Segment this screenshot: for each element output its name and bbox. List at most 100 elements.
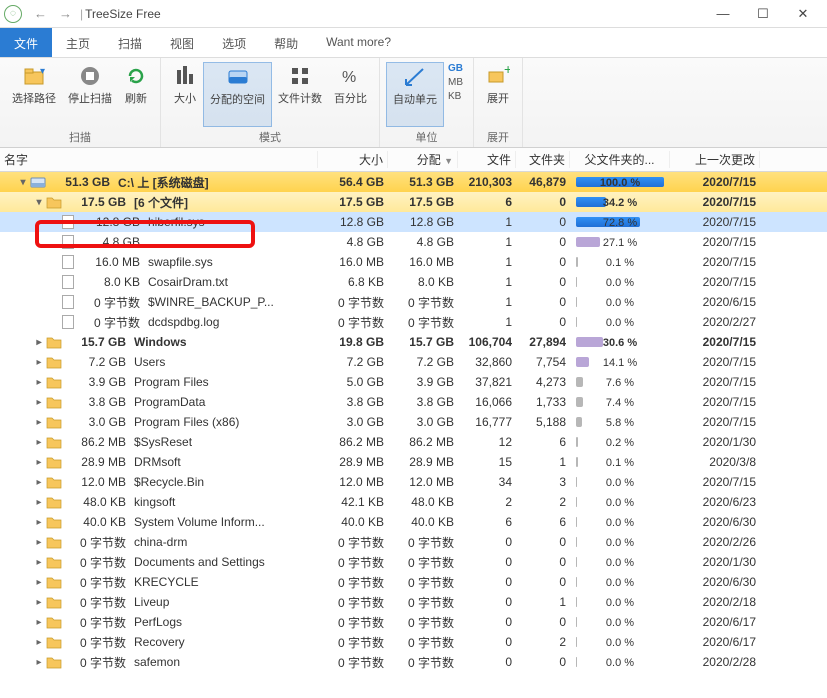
table-row[interactable]: ▸0 字节数safemon0 字节数0 字节数000.0 %2020/2/28 (0, 652, 827, 672)
chevron-right-icon[interactable]: ▸ (32, 597, 46, 608)
chevron-right-icon[interactable]: ▸ (32, 497, 46, 508)
table-row[interactable]: ▸86.2 MB$SysReset86.2 MB86.2 MB1260.2 %2… (0, 432, 827, 452)
chevron-down-icon[interactable]: ▾ (32, 197, 46, 208)
table-row[interactable]: ▸0 字节数KRECYCLE0 字节数0 字节数000.0 %2020/6/30 (0, 572, 827, 592)
name-cell[interactable]: ·8.0 KBCosairDram.txt (0, 275, 318, 289)
chevron-right-icon[interactable]: ▸ (32, 417, 46, 428)
table-row[interactable]: ▸48.0 KBkingsoft42.1 KB48.0 KB220.0 %202… (0, 492, 827, 512)
chevron-right-icon[interactable]: ▸ (32, 457, 46, 468)
chevron-right-icon[interactable]: ▸ (32, 637, 46, 648)
col-name[interactable]: 名字 (0, 151, 318, 168)
name-cell[interactable]: ▸40.0 KBSystem Volume Inform... (0, 515, 318, 529)
refresh-button[interactable]: 刷新 (118, 62, 154, 127)
table-row[interactable]: ▸0 字节数china-drm0 字节数0 字节数000.0 %2020/2/2… (0, 532, 827, 552)
name-cell[interactable]: ▸0 字节数Recovery (0, 634, 318, 651)
name-cell[interactable]: ▸0 字节数KRECYCLE (0, 574, 318, 591)
mode-percent-button[interactable]: %百分比 (328, 62, 373, 127)
col-alloc[interactable]: 分配 ▼ (388, 151, 458, 168)
table-row[interactable]: ·0 字节数$WINRE_BACKUP_P...0 字节数0 字节数100.0 … (0, 292, 827, 312)
table-row[interactable]: ▸0 字节数Documents and Settings0 字节数0 字节数00… (0, 552, 827, 572)
name-cell[interactable]: ▾51.3 GBC:\ 上 [系统磁盘] (0, 174, 318, 191)
chevron-right-icon[interactable]: ▸ (32, 437, 46, 448)
name-cell[interactable]: ▸3.8 GBProgramData (0, 395, 318, 409)
table-row[interactable]: ·8.0 KBCosairDram.txt6.8 KB8.0 KB100.0 %… (0, 272, 827, 292)
table-row[interactable]: ▾51.3 GBC:\ 上 [系统磁盘]56.4 GB51.3 GB210,30… (0, 172, 827, 192)
col-date[interactable]: 上一次更改 (670, 151, 760, 168)
table-row[interactable]: ▸40.0 KBSystem Volume Inform...40.0 KB40… (0, 512, 827, 532)
name-cell[interactable]: ·0 字节数dcdspdbg.log (0, 314, 318, 331)
name-cell[interactable]: ▸0 字节数safemon (0, 654, 318, 671)
table-row[interactable]: ·16.0 MBswapfile.sys16.0 MB16.0 MB100.1 … (0, 252, 827, 272)
name-cell[interactable]: ▸3.0 GBProgram Files (x86) (0, 415, 318, 429)
auto-unit-button[interactable]: 自动单元 (386, 62, 444, 127)
tree-view[interactable]: ▾51.3 GBC:\ 上 [系统磁盘]56.4 GB51.3 GB210,30… (0, 172, 827, 672)
col-size[interactable]: 大小 (318, 151, 388, 168)
unit-kb[interactable]: KB (444, 90, 467, 103)
table-row[interactable]: ▸28.9 MBDRMsoft28.9 MB28.9 MB1510.1 %202… (0, 452, 827, 472)
name-cell[interactable]: ▸3.9 GBProgram Files (0, 375, 318, 389)
chevron-right-icon[interactable]: ▸ (32, 657, 46, 668)
unit-gb[interactable]: GB (444, 62, 467, 75)
table-row[interactable]: ▸7.2 GBUsers7.2 GB7.2 GB32,8607,75414.1 … (0, 352, 827, 372)
table-row[interactable]: ▸0 字节数Recovery0 字节数0 字节数020.0 %2020/6/17 (0, 632, 827, 652)
name-cell[interactable]: ·12.8 GBhiberfil.sys (0, 215, 318, 229)
name-cell[interactable]: ▸28.9 MBDRMsoft (0, 455, 318, 469)
tab-view[interactable]: 视图 (156, 28, 208, 57)
maximize-button[interactable]: ☐ (743, 6, 783, 22)
table-row[interactable]: ·4.8 GB4.8 GB4.8 GB1027.1 %2020/7/15 (0, 232, 827, 252)
chevron-right-icon[interactable]: ▸ (32, 337, 46, 348)
name-cell[interactable]: ▸0 字节数Liveup (0, 594, 318, 611)
tab-options[interactable]: 选项 (208, 28, 260, 57)
mode-files-button[interactable]: 文件计数 (272, 62, 328, 127)
stop-scan-button[interactable]: 停止扫描 (62, 62, 118, 127)
chevron-right-icon[interactable]: ▸ (32, 477, 46, 488)
table-row[interactable]: ▸15.7 GBWindows19.8 GB15.7 GB106,70427,8… (0, 332, 827, 352)
name-cell[interactable]: ▸86.2 MB$SysReset (0, 435, 318, 449)
table-row[interactable]: ▸3.9 GBProgram Files5.0 GB3.9 GB37,8214,… (0, 372, 827, 392)
chevron-right-icon[interactable]: ▸ (32, 617, 46, 628)
unit-options[interactable]: GB MB KB (444, 62, 467, 127)
column-headers[interactable]: 名字 大小 分配 ▼ 文件 文件夹 父文件夹的... 上一次更改 (0, 148, 827, 172)
table-row[interactable]: ▸0 字节数Liveup0 字节数0 字节数010.0 %2020/2/18 (0, 592, 827, 612)
chevron-right-icon[interactable]: ▸ (32, 577, 46, 588)
tab-home[interactable]: 主页 (52, 28, 104, 57)
chevron-right-icon[interactable]: ▸ (32, 537, 46, 548)
unit-mb[interactable]: MB (444, 76, 467, 89)
chevron-right-icon[interactable]: ▸ (32, 557, 46, 568)
chevron-right-icon[interactable]: ▸ (32, 517, 46, 528)
name-cell[interactable]: ▸7.2 GBUsers (0, 355, 318, 369)
chevron-right-icon[interactable]: ▸ (32, 397, 46, 408)
select-path-button[interactable]: ▾选择路径 (6, 62, 62, 127)
table-row[interactable]: ·0 字节数dcdspdbg.log0 字节数0 字节数100.0 %2020/… (0, 312, 827, 332)
name-cell[interactable]: ▸12.0 MB$Recycle.Bin (0, 475, 318, 489)
name-cell[interactable]: ·16.0 MBswapfile.sys (0, 255, 318, 269)
name-cell[interactable]: ▸0 字节数PerfLogs (0, 614, 318, 631)
table-row[interactable]: ▾17.5 GB[6 个文件]17.5 GB17.5 GB6034.2 %202… (0, 192, 827, 212)
name-cell[interactable]: ▸0 字节数china-drm (0, 534, 318, 551)
table-row[interactable]: ▸3.8 GBProgramData3.8 GB3.8 GB16,0661,73… (0, 392, 827, 412)
expand-button[interactable]: +展开 (480, 62, 516, 127)
chevron-right-icon[interactable]: ▸ (32, 357, 46, 368)
table-row[interactable]: ▸3.0 GBProgram Files (x86)3.0 GB3.0 GB16… (0, 412, 827, 432)
tab-file[interactable]: 文件 (0, 28, 52, 57)
minimize-button[interactable]: — (703, 6, 743, 22)
table-row[interactable]: ▸12.0 MB$Recycle.Bin12.0 MB12.0 MB3430.0… (0, 472, 827, 492)
table-row[interactable]: ▸0 字节数PerfLogs0 字节数0 字节数000.0 %2020/6/17 (0, 612, 827, 632)
nav-back-icon[interactable]: ← (28, 6, 53, 21)
name-cell[interactable]: ▸15.7 GBWindows (0, 335, 318, 349)
chevron-right-icon[interactable]: ▸ (32, 377, 46, 388)
close-button[interactable]: ✕ (783, 6, 823, 22)
name-cell[interactable]: ▸48.0 KBkingsoft (0, 495, 318, 509)
tab-wantmore[interactable]: Want more? (312, 28, 405, 57)
name-cell[interactable]: ▾17.5 GB[6 个文件] (0, 194, 318, 211)
col-pct[interactable]: 父文件夹的... (570, 151, 670, 168)
table-row[interactable]: ·12.8 GBhiberfil.sys12.8 GB12.8 GB1072.8… (0, 212, 827, 232)
col-files[interactable]: 文件 (458, 151, 516, 168)
tab-help[interactable]: 帮助 (260, 28, 312, 57)
mode-allocated-button[interactable]: 分配的空间 (203, 62, 272, 127)
tab-scan[interactable]: 扫描 (104, 28, 156, 57)
col-folders[interactable]: 文件夹 (516, 151, 570, 168)
name-cell[interactable]: ▸0 字节数Documents and Settings (0, 554, 318, 571)
mode-size-button[interactable]: 大小 (167, 62, 203, 127)
chevron-down-icon[interactable]: ▾ (16, 177, 30, 188)
